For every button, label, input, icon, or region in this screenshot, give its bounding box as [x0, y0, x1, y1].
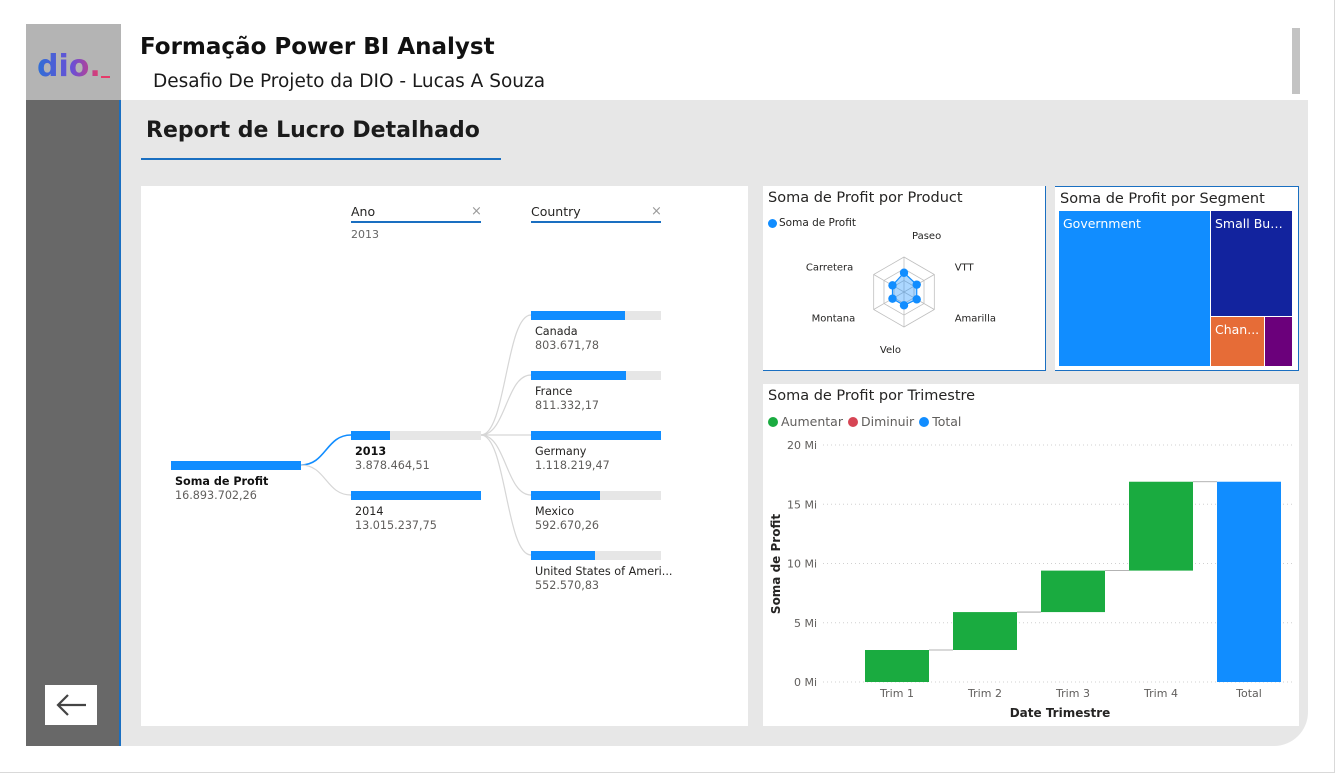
- app-frame: dio. Formação Power BI Analyst Desafio D…: [0, 0, 1335, 773]
- frame-border: [0, 0, 1335, 773]
